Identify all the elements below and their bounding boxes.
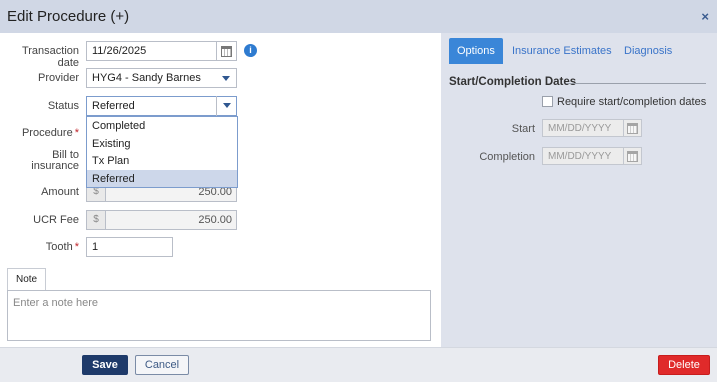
cancel-button[interactable]: Cancel bbox=[135, 355, 189, 375]
tab-options[interactable]: Options bbox=[449, 38, 503, 64]
provider-label: Provider bbox=[38, 72, 79, 84]
save-button[interactable]: Save bbox=[82, 355, 128, 375]
section-title: Start/Completion Dates bbox=[449, 76, 577, 88]
tab-note[interactable]: Note bbox=[7, 268, 47, 290]
status-dropdown-button[interactable] bbox=[216, 96, 236, 116]
chevron-down-icon bbox=[223, 103, 231, 108]
ucr-fee-label: UCR Fee bbox=[33, 214, 79, 226]
provider-select[interactable]: HYG4 - Sandy Barnes bbox=[86, 68, 237, 88]
provider-value: HYG4 - Sandy Barnes bbox=[92, 72, 201, 84]
ucr-fee-field[interactable]: 250.00 bbox=[105, 210, 237, 230]
amount-label: Amount bbox=[41, 186, 79, 198]
info-icon[interactable]: i bbox=[244, 44, 257, 57]
section-divider bbox=[566, 83, 706, 84]
procedure-label-text: Procedure bbox=[21, 127, 73, 139]
start-date-field[interactable]: MM/DD/YYYY bbox=[542, 119, 642, 137]
status-dropdown-list: Completed Existing Tx Plan Referred bbox=[86, 116, 238, 188]
delete-button[interactable]: Delete bbox=[658, 355, 710, 375]
transaction-date-value: 11/26/2025 bbox=[92, 45, 147, 57]
completion-calendar-button[interactable] bbox=[623, 147, 641, 165]
completion-label: Completion bbox=[479, 151, 535, 163]
ucr-fee-currency-prefix: $ bbox=[86, 210, 106, 230]
tooth-label-text: Tooth bbox=[45, 241, 73, 253]
completion-date-placeholder: MM/DD/YYYY bbox=[548, 151, 612, 162]
start-date-placeholder: MM/DD/YYYY bbox=[548, 123, 612, 134]
start-calendar-button[interactable] bbox=[623, 119, 641, 137]
close-icon[interactable]: × bbox=[701, 9, 709, 24]
tooth-label: Tooth * bbox=[0, 241, 79, 253]
tab-diagnosis[interactable]: Diagnosis bbox=[616, 38, 680, 64]
start-label: Start bbox=[511, 123, 535, 135]
status-option-completed[interactable]: Completed bbox=[87, 117, 237, 135]
procedure-label: Procedure * bbox=[0, 127, 79, 139]
status-option-tx-plan[interactable]: Tx Plan bbox=[87, 152, 237, 170]
dialog-header: Edit Procedure (+) × bbox=[0, 0, 717, 33]
status-option-referred[interactable]: Referred bbox=[87, 169, 237, 187]
require-dates-checkbox[interactable] bbox=[542, 96, 553, 107]
transaction-date-field[interactable]: 11/26/2025 bbox=[86, 41, 237, 61]
calendar-icon bbox=[221, 45, 232, 57]
bill-to-insurance-label: Bill to insurance bbox=[0, 150, 79, 172]
note-textarea[interactable]: Enter a note here bbox=[7, 290, 431, 341]
transaction-date-label: Transaction date bbox=[21, 45, 79, 69]
chevron-down-icon bbox=[222, 76, 230, 81]
tooth-field[interactable]: 1 bbox=[86, 237, 173, 257]
status-value: Referred bbox=[92, 100, 135, 112]
dialog-title: Edit Procedure (+) bbox=[7, 8, 130, 25]
transaction-date-calendar-button[interactable] bbox=[216, 41, 236, 61]
require-dates-label: Require start/completion dates bbox=[557, 96, 707, 108]
calendar-icon bbox=[627, 150, 638, 162]
required-marker: * bbox=[74, 127, 79, 139]
status-select[interactable]: Referred bbox=[86, 96, 237, 116]
tab-insurance-estimates[interactable]: Insurance Estimates bbox=[504, 38, 620, 64]
calendar-icon bbox=[627, 122, 638, 134]
bill-to-label-line2: insurance bbox=[31, 160, 79, 172]
completion-date-field[interactable]: MM/DD/YYYY bbox=[542, 147, 642, 165]
required-marker: * bbox=[74, 241, 79, 253]
status-option-existing[interactable]: Existing bbox=[87, 135, 237, 153]
status-label: Status bbox=[47, 100, 79, 112]
